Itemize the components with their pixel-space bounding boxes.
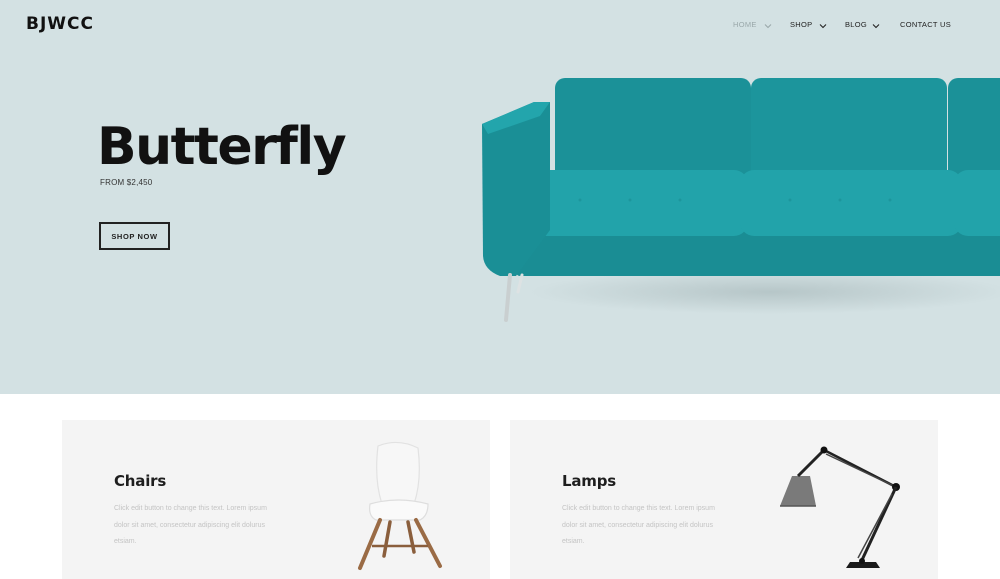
card-title: Lamps	[562, 472, 616, 490]
nav-item-contact[interactable]: CONTACT US	[900, 20, 951, 29]
hero-title: Butterfly	[97, 117, 347, 177]
card-description: Click edit button to change this text. L…	[114, 505, 267, 545]
category-card-chairs[interactable]: Chairs Click edit button to change this …	[62, 420, 490, 579]
card-description: Click edit button to change this text. L…	[562, 505, 715, 545]
sofa-image	[482, 78, 1000, 322]
nav-item-blog[interactable]: BLOG	[845, 20, 867, 29]
hero-banner: BJWCC HOME SHOP BLOG CONTACT US Butterfl…	[0, 0, 1000, 394]
hero-price: FROM $2,450	[100, 178, 153, 187]
chair-image	[358, 441, 442, 570]
nav-item-shop[interactable]: SHOP	[790, 20, 812, 29]
shop-now-button[interactable]: SHOP NOW	[99, 222, 170, 250]
brand-logo[interactable]: BJWCC	[26, 14, 94, 34]
category-card-lamps[interactable]: Lamps Click edit button to change this t…	[510, 420, 938, 579]
nav-item-home[interactable]: HOME	[733, 20, 757, 29]
chevron-down-icon[interactable]	[764, 23, 772, 29]
card-title: Chairs	[114, 472, 167, 490]
lamp-image	[780, 446, 900, 568]
chevron-down-icon[interactable]	[819, 23, 827, 29]
chevron-down-icon[interactable]	[872, 23, 880, 29]
